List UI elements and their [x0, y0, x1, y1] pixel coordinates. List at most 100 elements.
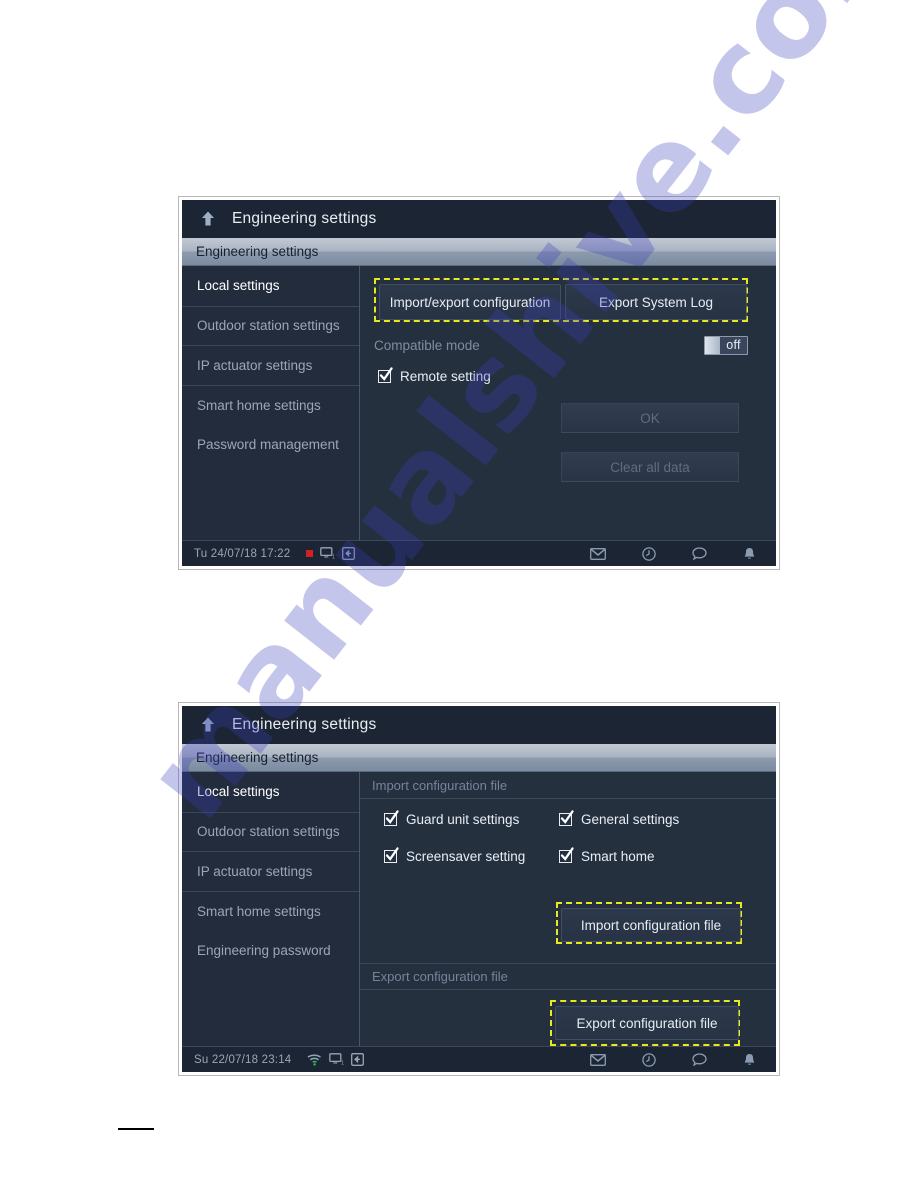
statusbar-left: Tu 24/07/18 17:22 1 [194, 547, 356, 560]
device-screen-2: Engineering settings Engineering setting… [182, 706, 776, 1072]
export-system-log-button[interactable]: Export System Log [565, 284, 747, 320]
back-arrow-icon[interactable] [198, 715, 218, 735]
compatible-mode-toggle[interactable]: off [704, 335, 748, 355]
remote-setting-label: Remote setting [400, 369, 491, 384]
statusbar: Su 22/07/18 23:14 1 [182, 1046, 776, 1072]
content-panel: Import configuration file Guard unit set… [360, 772, 776, 1046]
compatible-mode-label: Compatible mode [374, 337, 480, 353]
sidebar-item-label: Password management [197, 436, 339, 452]
sidebar-item-label: Smart home settings [197, 397, 321, 413]
device-figure-2: Engineering settings Engineering setting… [178, 702, 780, 1076]
sidebar-item-label: IP actuator settings [197, 863, 313, 879]
statusbar-datetime: Su 22/07/18 23:14 [194, 1053, 292, 1066]
checkbox-label: Guard unit settings [406, 812, 520, 827]
statusbar-left-icons: 1 [307, 1053, 365, 1066]
import-section-heading: Import configuration file [360, 772, 776, 799]
sidebar-item-label: Outdoor station settings [197, 318, 340, 334]
compatible-mode-row: Compatible mode off [374, 330, 748, 360]
wifi-icon[interactable] [307, 1054, 322, 1066]
statusbar-left: Su 22/07/18 23:14 1 [194, 1053, 365, 1066]
highlight-box-import-export: Import/export configuration Export Syste… [374, 278, 748, 322]
sidebar-item-smart-home-settings[interactable]: Smart home settings [182, 384, 359, 425]
sidebar-item-local-settings[interactable]: Local settings [182, 266, 359, 306]
statusbar-right-icons [590, 1052, 764, 1067]
export-configuration-file-button[interactable]: Export configuration file [555, 1006, 739, 1040]
checkbox-row-screensaver-setting[interactable]: Screensaver setting [384, 847, 559, 864]
ok-button[interactable]: OK [561, 403, 739, 433]
device-screen-1: Engineering settings Engineering setting… [182, 200, 776, 566]
chat-icon[interactable] [692, 1053, 707, 1066]
toggle-knob [705, 336, 720, 354]
sidebar-item-label: Outdoor station settings [197, 824, 340, 840]
logout-icon[interactable] [342, 547, 356, 560]
body: Local settings Outdoor station settings … [182, 266, 776, 540]
breadcrumb: Engineering settings [182, 238, 776, 266]
history-icon[interactable] [642, 1052, 656, 1067]
titlebar: Engineering settings [182, 200, 776, 238]
sidebar-item-smart-home-settings[interactable]: Smart home settings [182, 890, 359, 931]
toggle-state-label: off [726, 338, 741, 352]
mail-icon[interactable] [590, 547, 606, 560]
bell-icon[interactable] [743, 547, 756, 561]
checkbox-label: Smart home [581, 849, 655, 864]
clear-all-data-button[interactable]: Clear all data [561, 452, 739, 482]
checkbox-checked-icon[interactable] [559, 847, 574, 863]
checkbox-row-guard-unit-settings[interactable]: Guard unit settings [384, 810, 559, 827]
sidebar: Local settings Outdoor station settings … [182, 266, 360, 540]
sidebar-item-outdoor-station-settings[interactable]: Outdoor station settings [182, 305, 359, 346]
sidebar-filler [182, 970, 359, 1046]
checkbox-checked-icon[interactable] [384, 810, 399, 826]
export-section-label: Export configuration file [372, 969, 508, 984]
page-title: Engineering settings [232, 716, 377, 733]
checkbox-row-general-settings[interactable]: General settings [559, 810, 734, 827]
breadcrumb: Engineering settings [182, 744, 776, 772]
statusbar-left-icons: 1 [306, 547, 356, 560]
checkbox-checked-icon[interactable] [384, 847, 399, 863]
checkbox-checked-icon[interactable] [378, 367, 393, 383]
sidebar-item-outdoor-station-settings[interactable]: Outdoor station settings [182, 811, 359, 852]
highlight-box-export-configuration-file: Export configuration file [550, 1000, 740, 1046]
sidebar-item-label: IP actuator settings [197, 357, 313, 373]
sidebar-item-ip-actuator-settings[interactable]: IP actuator settings [182, 345, 359, 385]
page-title: Engineering settings [232, 210, 377, 227]
sidebar-item-label: Local settings [197, 278, 280, 294]
sidebar-item-engineering-password[interactable]: Engineering password [182, 930, 359, 970]
monitor-icon[interactable]: 1 [329, 1053, 344, 1066]
checkbox-label: Screensaver setting [406, 849, 526, 864]
sidebar-item-label: Smart home settings [197, 903, 321, 919]
checkbox-row-smart-home[interactable]: Smart home [559, 847, 734, 864]
import-section-label: Import configuration file [372, 777, 508, 793]
svg-text:1: 1 [332, 554, 335, 560]
export-section-heading: Export configuration file [360, 963, 776, 990]
sidebar-item-ip-actuator-settings[interactable]: IP actuator settings [182, 851, 359, 891]
sidebar: Local settings Outdoor station settings … [182, 772, 360, 1046]
sidebar-filler [182, 464, 359, 540]
remote-setting-row[interactable]: Remote setting [378, 367, 491, 384]
sidebar-item-local-settings[interactable]: Local settings [182, 772, 359, 812]
content-panel: Import/export configuration Export Syste… [360, 266, 776, 540]
titlebar: Engineering settings [182, 706, 776, 744]
highlight-box-import-configuration-file: Import configuration file [556, 902, 742, 944]
sidebar-item-label: Local settings [197, 784, 280, 800]
statusbar-datetime: Tu 24/07/18 17:22 [194, 547, 291, 560]
chat-icon[interactable] [692, 547, 707, 560]
import-options-grid: Guard unit settings General settings Scr… [384, 810, 734, 864]
statusbar-right-icons [590, 546, 764, 561]
sidebar-item-password-management[interactable]: Password management [182, 424, 359, 464]
logout-icon[interactable] [351, 1053, 365, 1066]
breadcrumb-label: Engineering settings [196, 750, 319, 765]
svg-text:1: 1 [341, 1060, 344, 1066]
mail-icon[interactable] [590, 1053, 606, 1066]
monitor-icon[interactable]: 1 [320, 547, 335, 560]
statusbar: Tu 24/07/18 17:22 1 [182, 540, 776, 566]
history-icon[interactable] [642, 546, 656, 561]
bell-icon[interactable] [743, 1053, 756, 1067]
device-figure-1: Engineering settings Engineering setting… [178, 196, 780, 570]
breadcrumb-label: Engineering settings [196, 244, 319, 259]
import-export-configuration-button[interactable]: Import/export configuration [379, 284, 561, 320]
back-arrow-icon[interactable] [198, 209, 218, 229]
checkbox-checked-icon[interactable] [559, 810, 574, 826]
import-configuration-file-button[interactable]: Import configuration file [561, 908, 741, 942]
sidebar-item-label: Engineering password [197, 942, 331, 958]
page-footer-rule [118, 1128, 154, 1130]
